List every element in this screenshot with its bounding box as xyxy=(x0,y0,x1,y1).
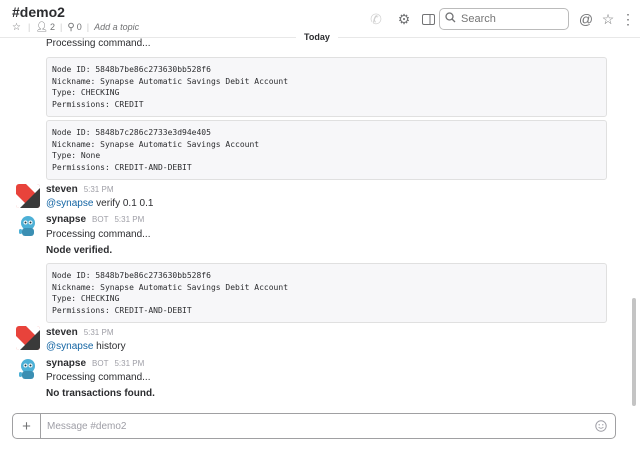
code-line: Node ID: 5848b7c286c2733e3d94e405 xyxy=(52,128,211,137)
code-block: Node ID: 5848b7c286c2733e3d94e405 Nickna… xyxy=(46,120,607,181)
code-line: Type: CHECKING xyxy=(52,88,120,98)
message-author[interactable]: steven 5:31 PM xyxy=(46,327,113,338)
message-composer: + xyxy=(12,413,616,439)
code-line: Permissions: CREDIT xyxy=(52,99,144,109)
scrollbar-thumb[interactable] xyxy=(632,298,636,406)
more-options-icon[interactable]: ⋮ xyxy=(618,9,638,29)
message-author[interactable]: synapse BOT 5:31 PM xyxy=(46,358,144,369)
pin-icon[interactable]: ⚲ xyxy=(67,22,74,33)
message-timestamp[interactable]: 5:31 PM xyxy=(114,215,144,224)
user-avatar[interactable] xyxy=(16,326,40,350)
scrollbar[interactable] xyxy=(632,40,636,406)
code-line: Type: None xyxy=(52,151,101,161)
search-box[interactable] xyxy=(439,8,569,30)
user-avatar[interactable] xyxy=(16,184,40,208)
code-line: Node ID: 5848b7be86c273630bb528f6 xyxy=(52,271,211,280)
message-author[interactable]: synapse BOT 5:31 PM xyxy=(46,214,144,225)
bot-avatar[interactable] xyxy=(16,214,40,238)
message-list[interactable]: Processing command... Node ID: 5848b7be8… xyxy=(0,38,630,408)
bot-avatar[interactable] xyxy=(16,357,40,381)
message-text: @synapse verify 0.1 0.1 xyxy=(46,198,154,209)
message-text: Node verified. xyxy=(46,245,113,256)
message-timestamp[interactable]: 5:31 PM xyxy=(114,359,144,368)
starred-icon[interactable]: ☆ xyxy=(598,9,618,29)
user-mention[interactable]: @synapse xyxy=(46,198,93,209)
message-text: Processing command... xyxy=(46,372,151,383)
message-text: Processing command... xyxy=(46,229,151,240)
author-name[interactable]: steven xyxy=(46,327,78,338)
code-line: Nickname: Synapse Automatic Savings Acco… xyxy=(52,139,260,149)
code-block: Node ID: 5848b7be86c273630bb528f6 Nickna… xyxy=(46,57,607,118)
gear-icon[interactable]: ⚙ xyxy=(394,9,414,29)
pin-count[interactable]: 0 xyxy=(77,22,82,32)
bot-badge: BOT xyxy=(92,359,109,368)
call-icon[interactable]: ✆ xyxy=(366,9,386,29)
channel-title[interactable]: #demo2 xyxy=(12,4,65,20)
code-line: Type: CHECKING xyxy=(52,294,120,304)
header-icons-right: @ ☆ ⋮ xyxy=(576,8,638,30)
author-name[interactable]: synapse xyxy=(46,214,86,225)
message-text: @synapse history xyxy=(46,341,126,352)
member-icon[interactable]: 👤︎ xyxy=(35,22,48,33)
code-line: Node ID: 5848b7be86c273630bb528f6 xyxy=(52,65,211,74)
user-mention[interactable]: @synapse xyxy=(46,341,93,352)
message-input[interactable] xyxy=(41,415,591,437)
channel-meta: ☆ | 👤︎ 2 | ⚲ 0 | Add a topic xyxy=(12,21,140,33)
message-timestamp[interactable]: 5:31 PM xyxy=(84,185,114,194)
message-author[interactable]: steven 5:31 PM xyxy=(46,184,113,195)
member-count[interactable]: 2 xyxy=(50,22,55,32)
star-icon[interactable]: ☆ xyxy=(12,22,21,33)
search-icon xyxy=(445,12,456,26)
code-line: Permissions: CREDIT-AND-DEBIT xyxy=(52,305,192,315)
code-block: Node ID: 5848b7be86c273630bb528f6 Nickna… xyxy=(46,263,607,324)
search-input[interactable] xyxy=(461,13,561,25)
emoji-icon[interactable] xyxy=(591,416,611,436)
author-name[interactable]: steven xyxy=(46,184,78,195)
attach-plus-button[interactable]: + xyxy=(13,414,41,438)
header-icons-left: ✆ ⚙ xyxy=(366,8,438,30)
message-text: No transactions found. xyxy=(46,388,155,399)
code-line: Nickname: Synapse Automatic Savings Debi… xyxy=(52,282,289,292)
author-name[interactable]: synapse xyxy=(46,358,86,369)
code-line: Nickname: Synapse Automatic Savings Debi… xyxy=(52,76,289,86)
add-topic-link[interactable]: Add a topic xyxy=(94,22,139,32)
message-text: Processing command... xyxy=(46,38,151,49)
bot-badge: BOT xyxy=(92,215,109,224)
message-timestamp[interactable]: 5:31 PM xyxy=(84,328,114,337)
code-line: Permissions: CREDIT-AND-DEBIT xyxy=(52,162,192,172)
sidebar-toggle-icon[interactable] xyxy=(418,9,438,29)
mentions-icon[interactable]: @ xyxy=(576,9,596,29)
